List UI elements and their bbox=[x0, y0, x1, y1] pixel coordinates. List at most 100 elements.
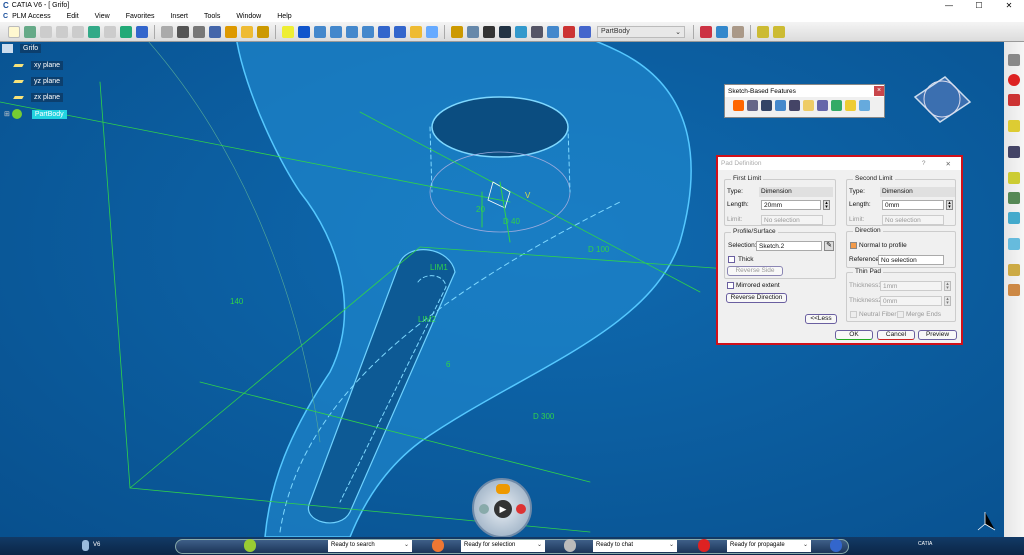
swap-visible-icon[interactable] bbox=[426, 25, 438, 38]
second-length-spinner[interactable]: ▴ ▾ bbox=[946, 200, 953, 210]
tree-item-xy-plane[interactable]: xy plane bbox=[13, 61, 64, 70]
globe-icon[interactable] bbox=[830, 539, 842, 552]
menu-insert[interactable]: Insert bbox=[170, 13, 188, 20]
shaft-icon[interactable] bbox=[1008, 212, 1020, 224]
search-icon[interactable] bbox=[479, 504, 489, 514]
redo-icon[interactable] bbox=[104, 25, 116, 38]
knowledge-icon[interactable] bbox=[161, 25, 173, 38]
thickness2-input[interactable]: 0mm bbox=[880, 296, 942, 306]
menu-plm-access[interactable]: PLM Access bbox=[12, 13, 51, 20]
pocket-icon[interactable] bbox=[1008, 192, 1020, 204]
second-limit-input[interactable]: No selection bbox=[882, 215, 944, 225]
body-icon[interactable] bbox=[547, 25, 559, 38]
whats-this-icon[interactable] bbox=[136, 25, 148, 38]
analysis-icon[interactable] bbox=[700, 25, 712, 38]
view-cube-icon[interactable] bbox=[378, 25, 390, 38]
reverse-side-button[interactable]: Reverse Side bbox=[727, 266, 783, 276]
menu-favorites[interactable]: Favorites bbox=[126, 13, 155, 20]
instantiate-icon[interactable] bbox=[757, 25, 769, 38]
first-limit-input[interactable]: No selection bbox=[761, 215, 823, 225]
second-length-input[interactable]: 0mm bbox=[882, 200, 944, 210]
fit-all-icon[interactable] bbox=[282, 25, 294, 38]
first-length-input[interactable]: 20mm bbox=[761, 200, 821, 210]
shaft-icon[interactable] bbox=[760, 100, 772, 111]
copy-icon[interactable] bbox=[56, 25, 68, 38]
curvature-icon[interactable] bbox=[732, 25, 744, 38]
formula-icon[interactable] bbox=[177, 25, 189, 38]
stack-icon[interactable] bbox=[579, 25, 591, 38]
pdf-icon[interactable] bbox=[1008, 94, 1020, 106]
exit-workbench-icon[interactable] bbox=[1008, 74, 1020, 86]
material-icon[interactable] bbox=[483, 25, 495, 38]
print-icon[interactable] bbox=[24, 25, 36, 38]
chat-icon[interactable] bbox=[564, 539, 576, 552]
cut-icon[interactable] bbox=[40, 25, 52, 38]
mirrored-extent-checkbox[interactable] bbox=[727, 282, 734, 289]
app-menu-icon[interactable]: C bbox=[3, 13, 8, 20]
normal-to-profile-checkbox[interactable] bbox=[850, 242, 857, 249]
profile-selection-input[interactable]: Sketch.2 bbox=[756, 241, 822, 251]
play-icon[interactable]: ▶ bbox=[494, 500, 512, 518]
paste-icon[interactable] bbox=[72, 25, 84, 38]
ok-button[interactable]: OK bbox=[835, 330, 873, 340]
menu-view[interactable]: View bbox=[95, 13, 110, 20]
compass-icon[interactable] bbox=[913, 76, 972, 123]
less-button[interactable]: <<Less bbox=[805, 314, 837, 324]
settings-icon[interactable] bbox=[1008, 54, 1020, 66]
search-field[interactable]: Ready to search ⌄ bbox=[328, 540, 412, 552]
select-status-icon[interactable] bbox=[432, 539, 444, 552]
tree-item-yz-plane[interactable]: yz plane bbox=[13, 77, 64, 86]
workbench-icon[interactable] bbox=[451, 25, 463, 38]
reverse-direction-button[interactable]: Reverse Direction bbox=[726, 293, 787, 303]
pocket-icon[interactable] bbox=[746, 100, 758, 111]
thickness2-spinner[interactable]: ▴ ▾ bbox=[944, 296, 951, 306]
close-toolbar-button[interactable]: × bbox=[874, 86, 884, 96]
draft-analysis-icon[interactable] bbox=[716, 25, 728, 38]
pan-icon[interactable] bbox=[298, 25, 310, 38]
pad-icon[interactable] bbox=[732, 100, 744, 111]
new-icon[interactable] bbox=[8, 25, 20, 38]
loft-icon[interactable] bbox=[844, 100, 856, 111]
hide-show-icon[interactable] bbox=[410, 25, 422, 38]
merge-ends-checkbox[interactable] bbox=[897, 311, 904, 318]
minimize-button[interactable]: — bbox=[934, 1, 964, 10]
share-icon[interactable] bbox=[516, 504, 526, 514]
apply-material-icon[interactable] bbox=[1008, 284, 1020, 296]
rotate-icon[interactable] bbox=[314, 25, 326, 38]
boolean-icon[interactable] bbox=[563, 25, 575, 38]
lock-icon[interactable] bbox=[241, 25, 253, 38]
remove-loft-icon[interactable] bbox=[858, 100, 870, 111]
thickness1-spinner[interactable]: ▴ ▾ bbox=[944, 281, 951, 291]
menu-help[interactable]: Help bbox=[277, 13, 291, 20]
coordinates-icon[interactable] bbox=[531, 25, 543, 38]
menu-edit[interactable]: Edit bbox=[67, 13, 79, 20]
groove-icon[interactable] bbox=[774, 100, 786, 111]
tree-icon[interactable] bbox=[225, 25, 237, 38]
propagate-icon[interactable] bbox=[698, 539, 710, 552]
select-icon[interactable] bbox=[1008, 120, 1020, 132]
expand-icon[interactable]: ⊞ bbox=[4, 110, 10, 118]
sketcher-icon[interactable] bbox=[1008, 146, 1020, 158]
hierarchy-icon[interactable] bbox=[257, 25, 269, 38]
current-body-select[interactable]: PartBody ⌄ bbox=[597, 25, 685, 38]
cancel-button[interactable]: Cancel bbox=[877, 330, 915, 340]
neutral-fiber-checkbox[interactable] bbox=[850, 311, 857, 318]
maximize-button[interactable]: ☐ bbox=[964, 1, 994, 10]
menu-window[interactable]: Window bbox=[236, 13, 261, 20]
sketch-edit-icon[interactable]: ✎ bbox=[824, 241, 834, 251]
command-compass[interactable]: ▶ bbox=[472, 478, 532, 538]
propagate-field[interactable]: Ready for propagate ⌄ bbox=[727, 540, 811, 552]
tree-item-partbody[interactable]: ⊞ PartBody bbox=[4, 109, 67, 119]
pad-icon[interactable] bbox=[1008, 172, 1020, 184]
menu-tools[interactable]: Tools bbox=[204, 13, 220, 20]
undo-icon[interactable] bbox=[88, 25, 100, 38]
catalog-icon[interactable] bbox=[773, 25, 785, 38]
constraint-icon[interactable] bbox=[1008, 264, 1020, 276]
normal-view-icon[interactable] bbox=[362, 25, 374, 38]
thickness1-input[interactable]: 1mm bbox=[880, 281, 942, 291]
dialog-close-button[interactable]: ✕ bbox=[946, 160, 951, 168]
second-type-select[interactable]: Dimension bbox=[880, 187, 955, 197]
comment-icon[interactable] bbox=[193, 25, 205, 38]
zoom-out-icon[interactable] bbox=[346, 25, 358, 38]
thick-checkbox[interactable] bbox=[728, 256, 735, 263]
